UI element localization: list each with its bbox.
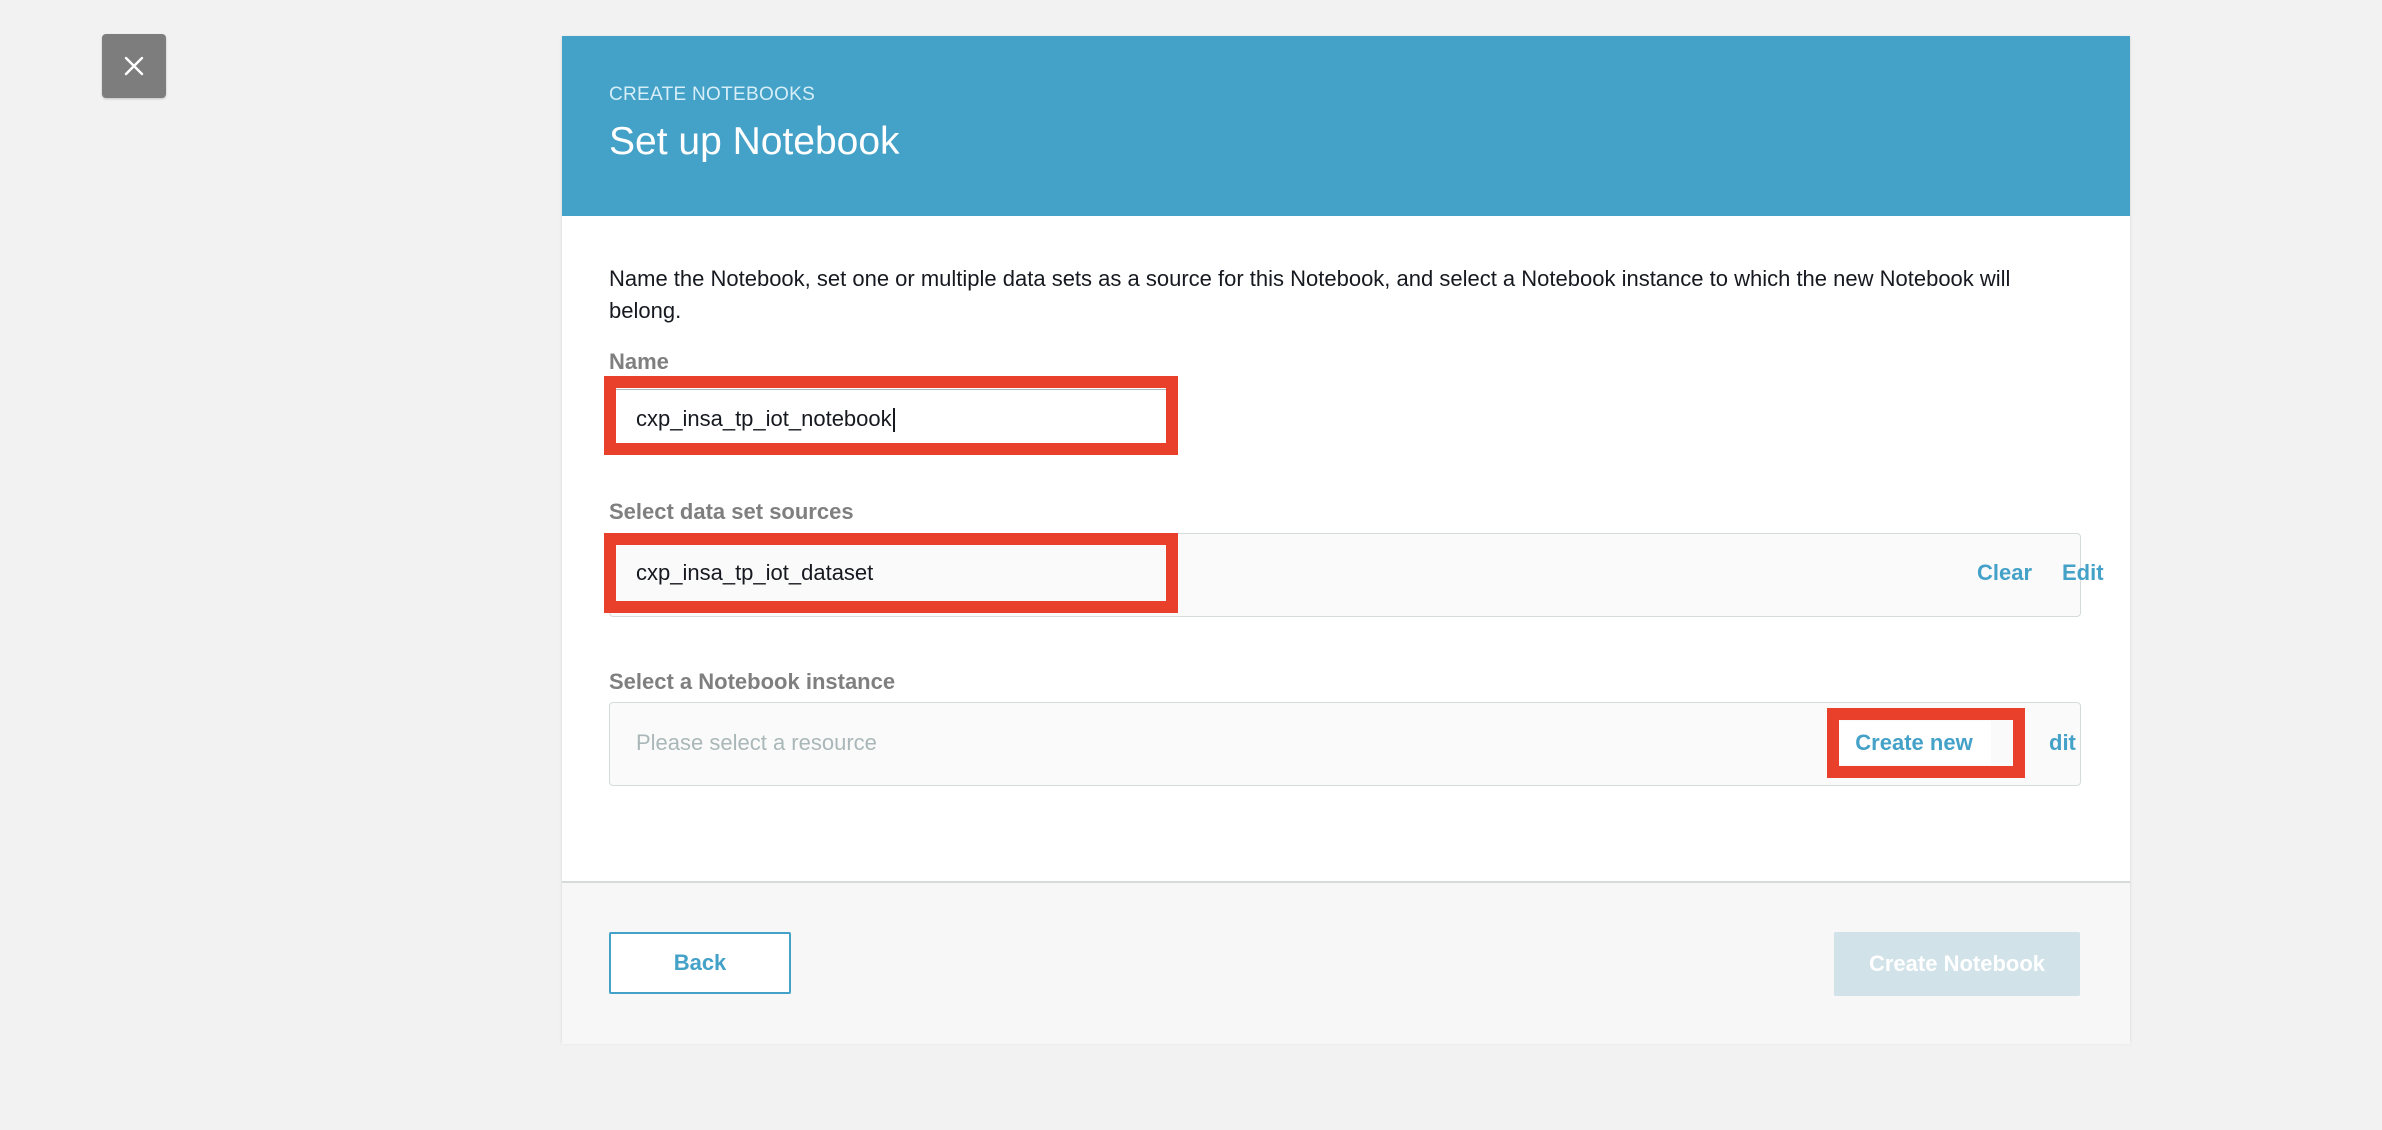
notebook-name-input[interactable]: cxp_insa_tp_iot_notebook bbox=[609, 389, 1173, 455]
edit-instance-link[interactable]: dit bbox=[2049, 730, 2076, 756]
dataset-sources-label: Select data set sources bbox=[609, 499, 854, 524]
create-notebook-button[interactable]: Create Notebook bbox=[1834, 932, 2080, 996]
close-icon bbox=[124, 56, 144, 76]
form-description: Name the Notebook, set one or multiple d… bbox=[609, 266, 2011, 323]
notebook-name-value: cxp_insa_tp_iot_notebook bbox=[636, 406, 895, 433]
breadcrumb: CREATE NOTEBOOKS bbox=[609, 84, 816, 105]
page-title: Set up Notebook bbox=[609, 120, 900, 163]
selected-dataset: cxp_insa_tp_iot_dataset bbox=[636, 560, 874, 585]
dataset-sources-field[interactable]: cxp_insa_tp_iot_dataset Clear Edit bbox=[609, 533, 2104, 617]
close-button[interactable] bbox=[102, 34, 166, 98]
notebook-instance-placeholder: Please select a resource bbox=[636, 730, 877, 755]
clear-dataset-link[interactable]: Clear bbox=[1977, 560, 2032, 586]
setup-notebook-panel: CREATE NOTEBOOKS Set up Notebook Name th… bbox=[562, 36, 2130, 1044]
create-new-instance-button[interactable]: Create new bbox=[1837, 721, 1991, 765]
back-button[interactable]: Back bbox=[609, 932, 791, 994]
panel-footer: Back Create Notebook bbox=[562, 881, 2130, 1044]
notebook-instance-field[interactable]: Please select a resource dit Create new bbox=[609, 702, 2081, 786]
text-caret bbox=[892, 408, 895, 433]
name-label: Name bbox=[609, 349, 669, 374]
panel-header: CREATE NOTEBOOKS Set up Notebook bbox=[562, 36, 2130, 216]
edit-dataset-link[interactable]: Edit bbox=[2062, 560, 2104, 586]
notebook-instance-label: Select a Notebook instance bbox=[609, 669, 896, 694]
notebook-name-text: cxp_insa_tp_iot_notebook bbox=[636, 406, 892, 431]
